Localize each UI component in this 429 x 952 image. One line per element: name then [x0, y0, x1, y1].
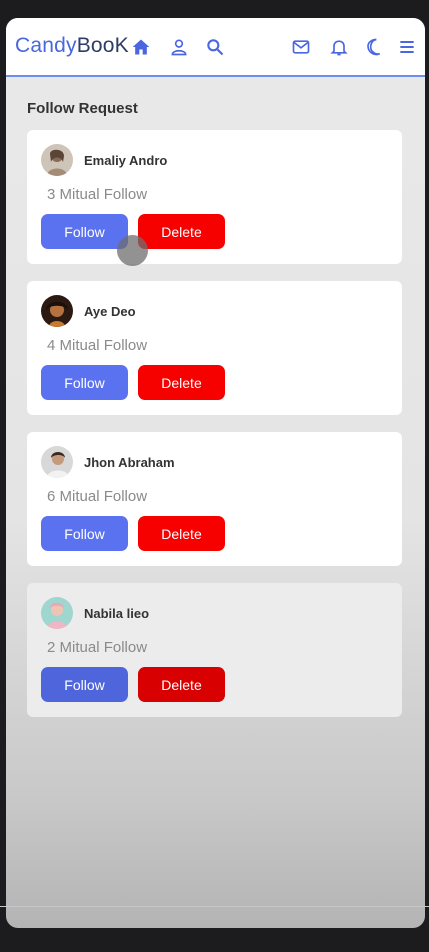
phone-screen: CandyBooK Follow Request Emaliy Andro 3 …: [6, 18, 425, 928]
avatar[interactable]: [41, 446, 73, 478]
delete-button[interactable]: Delete: [138, 516, 225, 551]
avatar[interactable]: [41, 144, 73, 176]
follow-button[interactable]: Follow: [41, 365, 128, 400]
mutual-follow-count: 6 Mitual Follow: [47, 488, 148, 505]
logo-part-2: BooK: [76, 34, 129, 57]
requester-name[interactable]: Jhon Abraham: [84, 455, 175, 470]
follow-button[interactable]: Follow: [41, 516, 128, 551]
requester-name[interactable]: Aye Deo: [84, 304, 136, 319]
moon-icon[interactable]: [362, 36, 384, 58]
avatar[interactable]: [41, 597, 73, 629]
avatar[interactable]: [41, 295, 73, 327]
touch-cursor: [117, 235, 148, 266]
bottom-divider: [0, 906, 429, 907]
mutual-follow-count: 3 Mitual Follow: [47, 186, 148, 203]
home-icon[interactable]: [130, 36, 152, 58]
delete-button[interactable]: Delete: [138, 667, 225, 702]
mail-icon[interactable]: [290, 36, 312, 58]
logo-part-1: Candy: [15, 34, 77, 57]
request-card: Emaliy Andro 3 Mitual Follow Follow Dele…: [27, 130, 402, 264]
menu-icon[interactable]: [396, 36, 418, 58]
top-navbar: CandyBooK: [6, 18, 425, 77]
delete-button[interactable]: Delete: [138, 214, 225, 249]
mutual-follow-count: 4 Mitual Follow: [47, 337, 148, 354]
request-card: Nabila lieo 2 Mitual Follow Follow Delet…: [27, 583, 402, 717]
delete-button[interactable]: Delete: [138, 365, 225, 400]
request-card: Jhon Abraham 6 Mitual Follow Follow Dele…: [27, 432, 402, 566]
bell-icon[interactable]: [328, 36, 350, 58]
follow-button[interactable]: Follow: [41, 667, 128, 702]
section-title: Follow Request: [27, 100, 138, 117]
search-icon[interactable]: [204, 36, 226, 58]
requester-name[interactable]: Nabila lieo: [84, 606, 149, 621]
mutual-follow-count: 2 Mitual Follow: [47, 639, 148, 656]
user-icon[interactable]: [168, 36, 190, 58]
follow-button[interactable]: Follow: [41, 214, 128, 249]
request-card: Aye Deo 4 Mitual Follow Follow Delete: [27, 281, 402, 415]
app-logo[interactable]: CandyBooK: [15, 34, 129, 58]
requester-name[interactable]: Emaliy Andro: [84, 153, 167, 168]
